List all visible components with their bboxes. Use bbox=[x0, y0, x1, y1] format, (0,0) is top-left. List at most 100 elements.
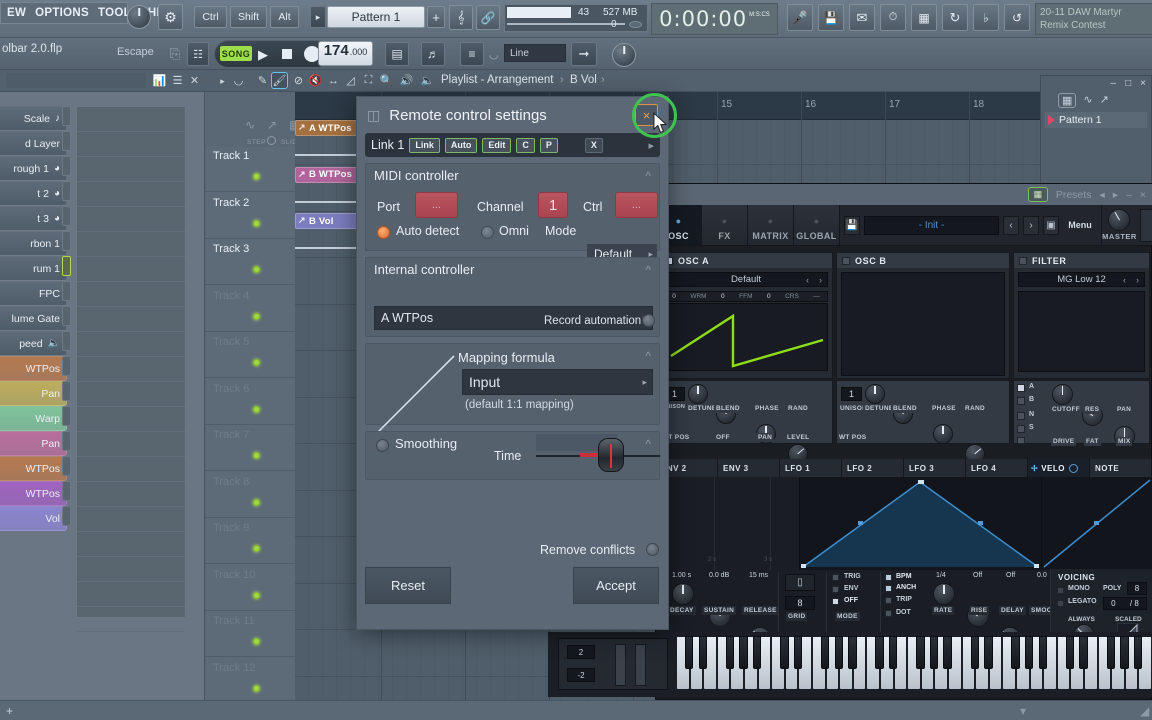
drag-handle-icon[interactable]: ✢ bbox=[1031, 464, 1038, 473]
filter-route-n-checkbox[interactable] bbox=[1017, 412, 1025, 420]
browser-lane-toggle[interactable] bbox=[62, 156, 71, 176]
piano-black-key[interactable] bbox=[739, 636, 748, 669]
pattern-prev-icon[interactable]: ▸ bbox=[310, 6, 326, 28]
browser-panel-row[interactable] bbox=[77, 532, 185, 557]
octave-up-field[interactable]: 2 bbox=[567, 645, 595, 659]
mode-env-checkbox[interactable] bbox=[832, 586, 839, 593]
mapping-input-select[interactable]: Input ▸ bbox=[462, 369, 653, 395]
playlist-track-row[interactable]: Track 6 bbox=[205, 380, 295, 427]
select-icon[interactable]: ⛶ bbox=[361, 73, 376, 88]
menu-bar[interactable]: EW OPTIONS TOOLS HELP bbox=[0, 2, 179, 24]
shift-modifier-button[interactable]: Shift bbox=[230, 6, 267, 28]
piano-black-key[interactable] bbox=[793, 636, 803, 669]
track-enable-led[interactable] bbox=[253, 219, 260, 227]
copy-button[interactable]: C bbox=[516, 137, 535, 153]
piano-black-key[interactable] bbox=[888, 636, 898, 669]
filter-enable-checkbox[interactable] bbox=[1019, 256, 1027, 265]
auto-detect-radio[interactable] bbox=[377, 226, 390, 239]
menu-view[interactable]: EW bbox=[7, 7, 26, 19]
piano-black-key[interactable] bbox=[984, 636, 993, 669]
browser-lane-toggle[interactable] bbox=[62, 381, 71, 401]
piano-black-key[interactable] bbox=[1024, 636, 1034, 669]
paste-button[interactable]: P bbox=[539, 137, 558, 153]
piano-roll-icon[interactable]: ▦ bbox=[1058, 93, 1077, 108]
list-icon[interactable]: ☰ bbox=[170, 73, 185, 88]
playlist-track-row[interactable]: Track 1 bbox=[205, 147, 295, 194]
piano-black-key[interactable] bbox=[820, 636, 830, 669]
piano-keys[interactable] bbox=[676, 636, 1152, 690]
chevron-up-icon[interactable]: ^ bbox=[645, 169, 651, 183]
lfo-bpm-checkbox[interactable] bbox=[885, 574, 892, 581]
browser-panel-row[interactable] bbox=[77, 282, 185, 307]
browser-item[interactable]: lume Gate bbox=[0, 306, 67, 331]
preset-prev-button[interactable]: ‹ bbox=[1003, 215, 1019, 235]
piano-black-key[interactable] bbox=[780, 636, 789, 669]
midi-clock-icon[interactable]: ⏱ bbox=[880, 4, 906, 31]
browser-item[interactable]: rum 1 bbox=[0, 256, 67, 281]
piano-black-key[interactable] bbox=[943, 636, 952, 669]
resize-grip-icon[interactable]: ◢ bbox=[1140, 704, 1149, 718]
browser-panel-row[interactable] bbox=[77, 407, 185, 432]
piano-black-key[interactable] bbox=[1065, 636, 1075, 669]
serum-keyboard[interactable]: 2 -2 bbox=[548, 632, 1152, 697]
browser-panel-row[interactable] bbox=[77, 382, 185, 407]
save-preset-icon[interactable]: 💾 bbox=[844, 215, 860, 235]
browser-panel-row[interactable] bbox=[77, 357, 185, 382]
smoothing-slider-handle[interactable] bbox=[598, 438, 624, 472]
browser-panel-row[interactable] bbox=[77, 557, 185, 582]
preset-next-icon[interactable]: ▸ bbox=[1113, 189, 1118, 201]
chevron-up-icon[interactable]: ^ bbox=[645, 349, 651, 363]
browser-item[interactable]: WTPos bbox=[0, 456, 67, 481]
ctrl-value-field[interactable]: ... bbox=[615, 192, 658, 218]
browser-item[interactable]: Pan bbox=[0, 431, 67, 456]
tempo-display[interactable]: 174 .000 bbox=[318, 41, 373, 66]
piano-black-key[interactable] bbox=[684, 636, 694, 669]
osc-b-enable-checkbox[interactable] bbox=[842, 256, 850, 265]
plugin-picker-icon[interactable]: ▦ bbox=[911, 4, 937, 31]
browser-lane-toggle[interactable] bbox=[62, 131, 71, 151]
mono-checkbox[interactable] bbox=[1057, 587, 1064, 594]
osc-b-wavetable-display[interactable] bbox=[841, 272, 1005, 376]
preset-name-field[interactable]: - Init - bbox=[864, 215, 999, 235]
mixer-icon[interactable]: ▤ bbox=[385, 42, 409, 66]
browser-panel-row[interactable] bbox=[77, 157, 185, 182]
legato-checkbox[interactable] bbox=[1057, 600, 1064, 607]
playback-icon[interactable]: 🔊 bbox=[399, 73, 414, 88]
playlist-clip[interactable]: B Vol bbox=[295, 213, 365, 229]
piano-black-key[interactable] bbox=[1106, 636, 1115, 669]
velo-display[interactable] bbox=[1042, 477, 1152, 570]
zoom-icon[interactable]: 🔍 bbox=[379, 73, 394, 88]
reset-button[interactable]: Reset bbox=[365, 567, 451, 604]
filter-route-a-checkbox[interactable] bbox=[1017, 384, 1025, 392]
track-enable-led[interactable] bbox=[253, 173, 260, 180]
tempo-tap-icon[interactable]: 𝄞 bbox=[449, 5, 473, 30]
rate-knob[interactable] bbox=[933, 583, 955, 605]
song-mode-button[interactable]: SONG bbox=[220, 46, 252, 61]
minimize-icon[interactable]: – bbox=[1126, 189, 1132, 201]
browser-panel-row[interactable] bbox=[77, 207, 185, 232]
piano-black-key[interactable] bbox=[725, 636, 735, 669]
record-automation-toggle[interactable] bbox=[642, 314, 655, 327]
filter-response-display[interactable] bbox=[1018, 291, 1145, 372]
piano-black-key[interactable] bbox=[970, 636, 979, 669]
browser-panel-row[interactable] bbox=[77, 432, 185, 457]
note-tool-icon[interactable]: ♬ bbox=[421, 42, 445, 66]
playlist-track-row[interactable]: Track 12 bbox=[205, 659, 295, 706]
lfo-dot-checkbox[interactable] bbox=[885, 610, 892, 617]
playlist-clip[interactable]: B WTPos bbox=[295, 166, 365, 183]
piano-black-key[interactable] bbox=[1038, 636, 1047, 669]
edit-button[interactable]: Edit bbox=[482, 137, 512, 153]
lfo-display[interactable] bbox=[800, 477, 1042, 570]
automation-icon[interactable]: ↗ bbox=[267, 118, 277, 132]
browser-lane-toggle[interactable] bbox=[62, 431, 71, 451]
link-chain-icon[interactable]: 🔗 bbox=[476, 5, 500, 30]
snap-value-select[interactable]: Line bbox=[504, 44, 566, 62]
playlist-track-row[interactable]: Track 9 bbox=[205, 519, 295, 566]
grid-value-field[interactable]: 8 bbox=[785, 596, 815, 610]
decay-knob[interactable] bbox=[672, 583, 694, 605]
alt-modifier-button[interactable]: Alt bbox=[270, 6, 299, 28]
play-icon[interactable]: ▶ bbox=[258, 47, 268, 63]
paint-brush-icon[interactable]: 🖌 bbox=[271, 72, 288, 89]
env-display[interactable]: 2 s 3 s bbox=[656, 477, 800, 570]
close-icon[interactable]: × bbox=[1140, 189, 1146, 201]
